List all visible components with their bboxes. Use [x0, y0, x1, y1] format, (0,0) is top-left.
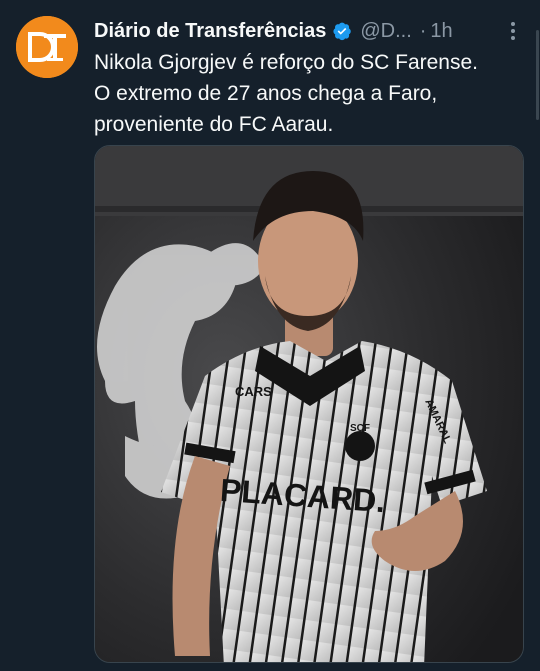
tweet-card[interactable]: Diário de Transferências @D... · 1h Niko…: [0, 0, 540, 671]
author-avatar[interactable]: [16, 16, 78, 78]
player-photo: CARS PLACARD. SCF AMARAL: [95, 146, 523, 662]
verified-badge-icon: [333, 22, 352, 41]
tweet-text-line: O extremo de 27 anos chega a Faro,: [94, 82, 438, 105]
tweet-text-line: Nikola Gjorgjev é reforço do SC Farense.: [94, 51, 478, 74]
jersey-crest-text: SCF: [350, 423, 370, 434]
tweet-text-line: proveniente do FC Aarau.: [94, 113, 334, 136]
tweet-header: Diário de Transferências @D... · 1h: [94, 16, 530, 46]
author-name[interactable]: Diário de Transferências: [94, 20, 326, 43]
author-handle[interactable]: @D...: [360, 20, 411, 43]
tweet-media-photo[interactable]: CARS PLACARD. SCF AMARAL: [94, 145, 524, 663]
dt-logo-icon: [16, 16, 78, 78]
tweet-text: Nikola Gjorgjev é reforço do SC Farense.…: [94, 47, 524, 140]
header-separator: ·: [419, 19, 427, 42]
more-options-icon[interactable]: [502, 20, 524, 42]
scrollbar[interactable]: [535, 0, 540, 671]
scrollbar-thumb[interactable]: [536, 30, 539, 120]
jersey-sponsor-cars: CARS: [235, 384, 272, 399]
tweet-timestamp[interactable]: 1h: [430, 20, 452, 43]
